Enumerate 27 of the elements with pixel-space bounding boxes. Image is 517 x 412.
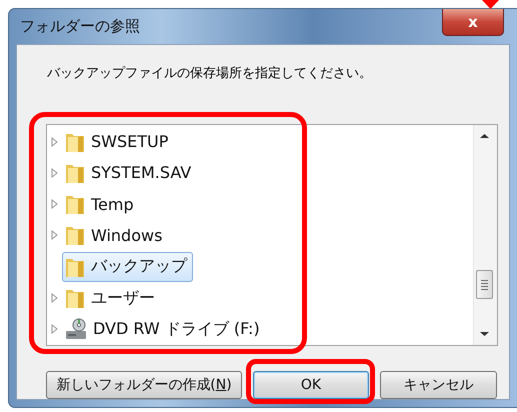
expand-icon[interactable] [50, 199, 58, 210]
scroll-down-icon[interactable] [479, 331, 490, 337]
ok-button[interactable]: OK [253, 371, 369, 399]
expand-icon[interactable] [50, 324, 58, 334]
folder-item[interactable]: SWSETUP [62, 126, 174, 157]
new-folder-button[interactable]: 新しいフォルダーの作成(N) [46, 371, 242, 399]
folder-item[interactable]: Temp [62, 189, 140, 220]
folder-icon [65, 193, 85, 216]
scroll-thumb[interactable] [476, 270, 493, 299]
folder-item[interactable]: バックアップ [62, 252, 193, 282]
expand-icon[interactable] [50, 230, 58, 240]
close-button[interactable]: x [442, 9, 504, 36]
expand-icon[interactable] [50, 136, 58, 147]
expand-icon[interactable] [50, 293, 58, 304]
scroll-up-icon[interactable] [479, 133, 490, 139]
cancel-button[interactable]: キャンセル [380, 371, 497, 399]
disc-drive-icon [65, 318, 87, 340]
window-title: フォルダーの参照 [19, 17, 140, 36]
instruction-text: バックアップファイルの保存場所を指定してください。 [47, 65, 373, 83]
scrollbar[interactable] [473, 125, 497, 345]
folder-item[interactable]: ユーザー [62, 283, 161, 314]
drive-item[interactable]: DVD RW ドライブ (F:) [62, 314, 266, 344]
folder-icon [65, 224, 85, 246]
folder-item[interactable]: Windows [62, 220, 168, 250]
folder-icon [65, 287, 85, 310]
folder-item[interactable]: SYSTEM.SAV [62, 158, 198, 188]
expand-icon[interactable] [50, 168, 58, 178]
